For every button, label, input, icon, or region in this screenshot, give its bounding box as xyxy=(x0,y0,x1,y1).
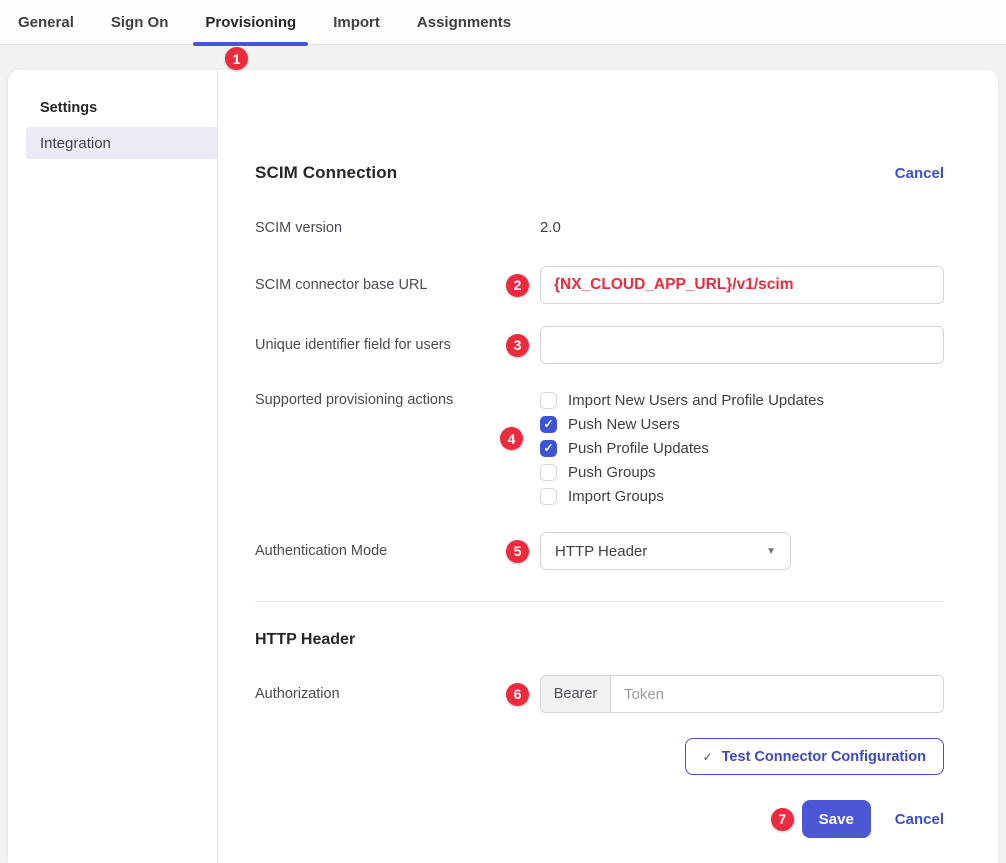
tab-sign-on[interactable]: Sign On xyxy=(99,0,181,44)
section-divider xyxy=(255,601,944,602)
step-badge-1: 1 xyxy=(225,47,248,70)
unique-id-input[interactable] xyxy=(540,326,944,364)
checkbox-import-groups-icon[interactable]: ✓ xyxy=(540,488,557,505)
checkbox-row-import-new-users[interactable]: ✓ Import New Users and Profile Updates xyxy=(540,388,944,412)
authorization-input-group: Bearer xyxy=(540,675,944,713)
checkbox-row-push-groups[interactable]: ✓ Push Groups xyxy=(540,460,944,484)
checkbox-label: Import Groups xyxy=(568,488,664,505)
tab-provisioning[interactable]: Provisioning xyxy=(193,0,308,44)
page-title: SCIM Connection xyxy=(255,163,397,183)
sidebar-item-integration[interactable]: Integration xyxy=(26,127,217,159)
checkbox-row-push-new-users[interactable]: ✓ Push New Users xyxy=(540,412,944,436)
http-header-section-title: HTTP Header xyxy=(255,631,944,651)
step-badge-2: 2 xyxy=(506,274,529,297)
sidebar-item-label: Integration xyxy=(40,135,111,152)
tab-assignments[interactable]: Assignments xyxy=(405,0,523,44)
scim-version-value: 2.0 xyxy=(540,219,561,236)
authorization-label: Authorization xyxy=(255,686,540,702)
checkbox-push-profile-updates-icon[interactable]: ✓ xyxy=(540,440,557,457)
save-button[interactable]: Save xyxy=(802,800,871,838)
scim-version-label: SCIM version xyxy=(255,220,540,236)
tab-import[interactable]: Import xyxy=(321,0,392,44)
auth-mode-selected-value: HTTP Header xyxy=(555,543,647,560)
checkbox-row-push-profile-updates[interactable]: ✓ Push Profile Updates xyxy=(540,436,944,460)
bearer-prefix: Bearer xyxy=(541,676,611,712)
scim-connection-panel: SCIM Connection Cancel SCIM version 2.0 … xyxy=(218,70,998,863)
settings-sidebar: Settings Integration xyxy=(8,70,218,863)
provisioning-card: Settings Integration SCIM Connection Can… xyxy=(8,70,998,863)
checkbox-label: Push Groups xyxy=(568,464,656,481)
checkbox-push-new-users-icon[interactable]: ✓ xyxy=(540,416,557,433)
checkbox-push-groups-icon[interactable]: ✓ xyxy=(540,464,557,481)
checkbox-import-new-users-icon[interactable]: ✓ xyxy=(540,392,557,409)
app-tabbar: General Sign On Provisioning Import Assi… xyxy=(0,0,1006,45)
sidebar-header: Settings xyxy=(8,98,217,118)
checkbox-label: Push Profile Updates xyxy=(568,440,709,457)
step-badge-4: 4 xyxy=(500,427,523,450)
step-badge-7: 7 xyxy=(771,808,794,831)
auth-mode-label: Authentication Mode xyxy=(255,543,540,559)
unique-id-label: Unique identifier field for users xyxy=(255,337,540,353)
step-badge-3: 3 xyxy=(506,334,529,357)
checkbox-label: Import New Users and Profile Updates xyxy=(568,392,824,409)
base-url-label: SCIM connector base URL xyxy=(255,277,540,293)
auth-mode-select[interactable]: HTTP Header ▼ xyxy=(540,532,791,570)
checkbox-row-import-groups[interactable]: ✓ Import Groups xyxy=(540,484,944,508)
test-connector-configuration-button[interactable]: ✓ Test Connector Configuration xyxy=(685,738,944,775)
top-cancel-link[interactable]: Cancel xyxy=(895,165,944,182)
step-badge-6: 6 xyxy=(506,683,529,706)
step-badge-5: 5 xyxy=(506,540,529,563)
token-input[interactable] xyxy=(611,676,943,712)
checkbox-label: Push New Users xyxy=(568,416,680,433)
provisioning-actions-label: Supported provisioning actions xyxy=(255,388,540,408)
check-icon: ✓ xyxy=(703,750,713,764)
tab-general[interactable]: General xyxy=(6,0,86,44)
test-connector-configuration-label: Test Connector Configuration xyxy=(722,749,926,765)
chevron-down-icon: ▼ xyxy=(766,546,776,557)
bottom-cancel-link[interactable]: Cancel xyxy=(895,811,944,828)
base-url-input[interactable] xyxy=(540,266,944,304)
